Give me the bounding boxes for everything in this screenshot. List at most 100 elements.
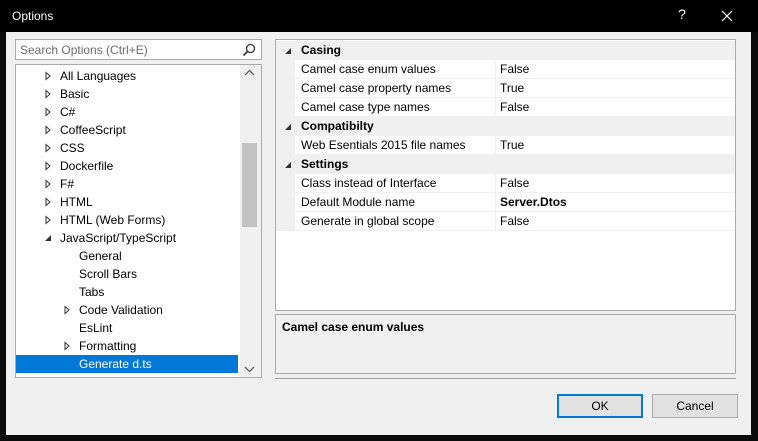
search-icon[interactable] [241, 42, 257, 58]
category-label: Settings [301, 157, 349, 171]
column-separator[interactable] [495, 136, 496, 155]
property-category[interactable]: Casing [276, 41, 735, 60]
tree-item-label: Generate d.ts [79, 357, 152, 371]
column-separator[interactable] [495, 193, 496, 212]
property-value[interactable]: False [500, 98, 529, 117]
property-value[interactable]: True [500, 136, 524, 155]
tree-item-label: F# [60, 177, 75, 191]
options-dialog: Options ? Search Options (Ctrl+E) All La… [0, 0, 758, 441]
divider [275, 378, 736, 379]
collapsed-arrow-icon[interactable] [43, 103, 53, 121]
property-row[interactable]: Generate in global scope False [276, 212, 735, 231]
collapsed-arrow-icon[interactable] [43, 121, 53, 139]
tree-item[interactable]: CSS [16, 139, 238, 157]
row-gutter [276, 193, 295, 212]
tree-item[interactable]: All Languages [16, 67, 238, 85]
property-name: Camel case property names [301, 81, 452, 95]
scrollbar-thumb[interactable] [242, 143, 257, 227]
row-gutter [276, 79, 295, 98]
property-row[interactable]: Camel case type names False [276, 98, 735, 117]
property-name: Generate in global scope [301, 214, 435, 228]
close-icon [721, 10, 733, 22]
property-name: Camel case type names [301, 100, 430, 114]
description-title: Camel case enum values [282, 320, 425, 334]
property-value[interactable]: False [500, 60, 529, 79]
expanded-arrow-icon[interactable] [43, 229, 53, 247]
column-separator[interactable] [495, 79, 496, 98]
close-button[interactable] [712, 4, 742, 28]
cancel-button[interactable]: Cancel [652, 394, 738, 418]
tree-item[interactable]: F# [16, 175, 238, 193]
tree-item[interactable]: Generate d.ts [16, 355, 238, 373]
property-value[interactable]: False [500, 212, 529, 231]
property-category[interactable]: Compatibilty [276, 117, 735, 136]
expanded-arrow-icon[interactable] [282, 117, 294, 136]
tree-item[interactable]: CoffeeScript [16, 121, 238, 139]
column-separator[interactable] [495, 60, 496, 79]
ok-button[interactable]: OK [557, 394, 643, 418]
property-grid[interactable]: Casing Camel case enum values False Camel c… [275, 39, 736, 311]
collapsed-arrow-icon[interactable] [62, 337, 72, 355]
property-row[interactable]: Camel case enum values False [276, 60, 735, 79]
tree-item-label: Code Validation [79, 303, 163, 317]
row-gutter [276, 212, 295, 231]
tree-item-label: Scroll Bars [79, 267, 138, 281]
tree-item[interactable]: EsLint [16, 319, 238, 337]
tree-item[interactable]: Tabs [16, 283, 238, 301]
tree-item-label: Tabs [79, 285, 105, 299]
row-gutter [276, 174, 295, 193]
property-name: Default Module name [301, 195, 416, 209]
tree-item[interactable]: Scroll Bars [16, 265, 238, 283]
property-name: Camel case enum values [301, 62, 436, 76]
column-separator[interactable] [495, 174, 496, 193]
tree-item-label: JavaScript/TypeScript [60, 231, 177, 245]
search-options-input[interactable]: Search Options (Ctrl+E) [15, 39, 262, 60]
tree-item[interactable]: Code Validation [16, 301, 238, 319]
row-divider [295, 230, 735, 231]
property-category[interactable]: Settings [276, 155, 735, 174]
scroll-up-icon[interactable] [240, 65, 259, 81]
options-tree[interactable]: All Languages Basic C# CoffeeScript CSS Docke… [15, 64, 262, 378]
tree-item[interactable]: JavaScript/TypeScript [16, 229, 238, 247]
tree-item-label: Dockerfile [60, 159, 114, 173]
expanded-arrow-icon[interactable] [282, 155, 294, 174]
property-value[interactable]: True [500, 79, 524, 98]
collapsed-arrow-icon[interactable] [43, 157, 53, 175]
tree-item-label: All Languages [60, 69, 137, 83]
tree-item-label: Formatting [79, 339, 137, 353]
tree-item-label: General [79, 249, 122, 263]
dialog-body: Search Options (Ctrl+E) All Languages Bas… [6, 32, 751, 435]
property-row[interactable]: Camel case property names True [276, 79, 735, 98]
column-separator[interactable] [495, 98, 496, 117]
collapsed-arrow-icon[interactable] [43, 67, 53, 85]
collapsed-arrow-icon[interactable] [62, 301, 72, 319]
tree-item[interactable]: General [16, 247, 238, 265]
tree-item[interactable]: C# [16, 103, 238, 121]
column-separator[interactable] [495, 212, 496, 231]
property-row[interactable]: Web Esentials 2015 file names True [276, 136, 735, 155]
property-row[interactable]: Default Module name Server.Dtos [276, 193, 735, 212]
collapsed-arrow-icon[interactable] [43, 211, 53, 229]
tree-item[interactable]: Formatting [16, 337, 238, 355]
description-panel: Camel case enum values [275, 314, 736, 374]
collapsed-arrow-icon[interactable] [43, 85, 53, 103]
tree-item[interactable]: HTML (Web Forms) [16, 211, 238, 229]
tree-item[interactable]: Dockerfile [16, 157, 238, 175]
collapsed-arrow-icon[interactable] [43, 175, 53, 193]
tree-scrollbar[interactable] [240, 65, 261, 377]
property-value[interactable]: False [500, 174, 529, 193]
tree-item[interactable]: HTML [16, 193, 238, 211]
expanded-arrow-icon[interactable] [282, 41, 294, 60]
property-row[interactable]: Class instead of Interface False [276, 174, 735, 193]
tree-item-label: Basic [60, 87, 90, 101]
collapsed-arrow-icon[interactable] [43, 139, 53, 157]
row-gutter [276, 98, 295, 117]
help-button[interactable]: ? [670, 6, 694, 26]
property-value[interactable]: Server.Dtos [500, 193, 567, 212]
row-gutter [276, 60, 295, 79]
collapsed-arrow-icon[interactable] [43, 193, 53, 211]
tree-item[interactable]: Basic [16, 85, 238, 103]
category-label: Casing [301, 43, 342, 57]
scroll-down-icon[interactable] [240, 361, 259, 377]
property-name: Class instead of Interface [301, 176, 437, 190]
